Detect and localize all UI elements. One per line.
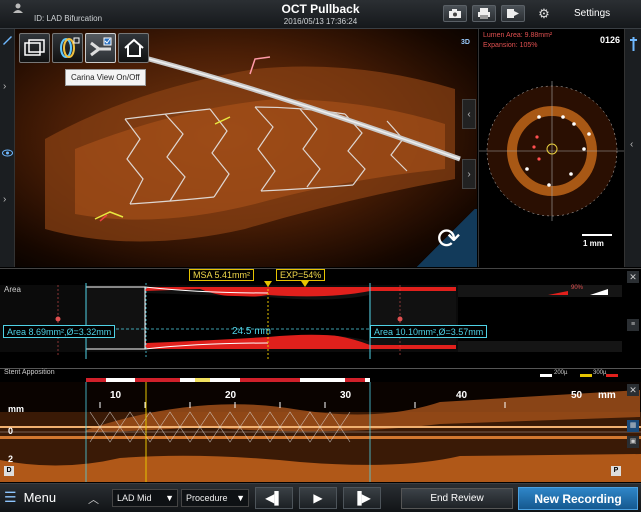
carina-view-button[interactable] bbox=[85, 33, 116, 63]
view-toolbar bbox=[19, 33, 149, 63]
percent-label: 90% bbox=[571, 285, 584, 291]
camera-icon bbox=[449, 9, 461, 18]
export-button[interactable] bbox=[501, 5, 525, 22]
list-icon: ☰ bbox=[4, 489, 17, 505]
tick-30: 30 bbox=[340, 390, 352, 401]
home-icon bbox=[124, 38, 144, 57]
bottom-bar: ☰ Menu ︿ LAD Mid ▼ Procedure ▼ ◀▌ ▶ ▐▶ E… bbox=[0, 483, 641, 512]
step-back-icon: ◀▌ bbox=[265, 491, 283, 505]
printer-icon bbox=[478, 8, 490, 19]
step-back-button[interactable]: ◀▌ bbox=[255, 487, 293, 509]
print-button[interactable] bbox=[472, 5, 496, 22]
new-recording-button[interactable]: New Recording bbox=[518, 487, 638, 510]
expand-left-arrow-icon[interactable]: › bbox=[3, 81, 6, 92]
refresh-icon[interactable]: ⟳ bbox=[437, 225, 460, 253]
cross-section-view[interactable]: Lumen Area: 9.88mm² Expansion: 105% 0126… bbox=[478, 29, 625, 267]
lmode-zoom-icon[interactable]: ▣ bbox=[627, 436, 639, 448]
lumen-profile[interactable]: Area MSA 5.41mm² EXP=54% 90% Area 8.69mm… bbox=[0, 268, 641, 368]
lumen-area-readout: Lumen Area: 9.88mm² bbox=[483, 32, 553, 39]
scale-bar bbox=[582, 234, 612, 236]
header-bar: ID: LAD Bifurcation OCT Pullback 2016/05… bbox=[0, 0, 641, 29]
tick-20: 20 bbox=[225, 390, 237, 401]
procedure-value: Procedure bbox=[186, 493, 228, 503]
rings-view-button[interactable] bbox=[52, 33, 83, 63]
right-rail: ‹ bbox=[624, 29, 641, 267]
msa-badge: MSA 5.41mm² bbox=[189, 269, 255, 281]
menu-label: Menu bbox=[23, 490, 57, 505]
camera-button[interactable] bbox=[443, 5, 467, 22]
lmode-view-icon[interactable]: ▦ bbox=[627, 420, 639, 432]
apposition-track bbox=[86, 374, 618, 383]
ruler-icon[interactable] bbox=[2, 35, 13, 46]
distal-marker: D bbox=[4, 466, 14, 476]
stent-apposition-bar: Stent Apposition 200µ 300µ bbox=[0, 368, 641, 383]
depth-unit-label: mm bbox=[8, 404, 25, 414]
l-mode-image bbox=[0, 382, 641, 482]
l-mode-view[interactable]: 10 20 30 40 50 mm mm 0 2 D P ✕ ▦ ▣ bbox=[0, 382, 641, 482]
play-button[interactable]: ▶ bbox=[299, 487, 337, 509]
depth-two-label: 2 bbox=[8, 454, 14, 464]
proximal-marker: P bbox=[611, 466, 621, 476]
cross-section-image bbox=[479, 81, 625, 221]
legend-200: 200µ bbox=[554, 370, 568, 376]
frames-icon bbox=[24, 39, 45, 56]
tooltip: Carina View On/Off bbox=[65, 69, 146, 86]
menu-button[interactable]: ☰ Menu bbox=[4, 489, 56, 506]
rings-icon bbox=[60, 37, 80, 58]
collapse-3d-right-arrow-icon[interactable]: ‹ bbox=[462, 99, 476, 129]
area-label: Area bbox=[4, 285, 21, 294]
settings-label: Settings bbox=[574, 8, 611, 19]
marker-icon[interactable] bbox=[629, 37, 638, 51]
depth-zero-label: 0 bbox=[8, 426, 14, 436]
distal-reference-readout[interactable]: Area 10.10mm²,Ø=3.57mm bbox=[370, 325, 488, 338]
scale-label: 1 mm bbox=[583, 239, 604, 248]
left-rail: › › bbox=[0, 29, 15, 267]
play-icon: ▶ bbox=[313, 491, 323, 505]
settings-button[interactable]: ⚙ Settings bbox=[536, 4, 634, 23]
tick-unit: mm bbox=[598, 390, 616, 401]
collapse-right-arrow-icon[interactable]: ‹ bbox=[630, 139, 633, 150]
gear-icon: ⚙ bbox=[538, 5, 550, 21]
export-icon bbox=[507, 9, 519, 18]
expand-3d-right-arrow-icon[interactable]: › bbox=[462, 159, 476, 189]
step-forward-button[interactable]: ▐▶ bbox=[343, 487, 381, 509]
exp-badge: EXP=54% bbox=[276, 269, 326, 281]
stent-length-readout: 24.5 mm bbox=[232, 326, 271, 337]
profile-options-icon[interactable]: ≡ bbox=[627, 319, 639, 331]
expansion-readout: Expansion: 105% bbox=[483, 42, 538, 49]
tick-10: 10 bbox=[110, 390, 122, 401]
proximal-reference-readout[interactable]: Area 8.69mm²,Ø=3.32mm bbox=[3, 325, 116, 338]
step-forward-icon: ▐▶ bbox=[353, 491, 371, 505]
close-lmode-icon[interactable]: ✕ bbox=[627, 384, 639, 396]
tick-40: 40 bbox=[456, 390, 468, 401]
stent-3d-view[interactable]: Carina View On/Off 3D ‹ › ⟳ bbox=[15, 29, 477, 267]
oct-app: ID: LAD Bifurcation OCT Pullback 2016/05… bbox=[0, 0, 641, 512]
caret-up-icon[interactable]: ︿ bbox=[88, 491, 99, 507]
chevron-down-icon: ▼ bbox=[165, 493, 174, 503]
close-profile-icon[interactable]: ✕ bbox=[627, 271, 639, 283]
end-review-button[interactable]: End Review bbox=[401, 488, 513, 509]
eye-icon[interactable] bbox=[2, 149, 13, 157]
3d-label: 3D bbox=[461, 39, 470, 46]
carina-icon bbox=[90, 37, 112, 57]
segment-value: LAD Mid bbox=[117, 493, 152, 503]
frames-view-button[interactable] bbox=[19, 33, 50, 63]
home-view-button[interactable] bbox=[118, 33, 149, 63]
collapse-left-arrow-icon[interactable]: › bbox=[3, 194, 6, 205]
segment-select[interactable]: LAD Mid ▼ bbox=[112, 489, 178, 507]
legend-300: 300µ bbox=[593, 370, 607, 376]
chevron-down-icon: ▼ bbox=[236, 493, 245, 503]
stent-3d-render bbox=[45, 51, 461, 242]
frame-number: 0126 bbox=[599, 35, 620, 45]
procedure-select[interactable]: Procedure ▼ bbox=[181, 489, 249, 507]
tick-50: 50 bbox=[571, 390, 583, 401]
lumen-profile-graph bbox=[0, 281, 622, 361]
